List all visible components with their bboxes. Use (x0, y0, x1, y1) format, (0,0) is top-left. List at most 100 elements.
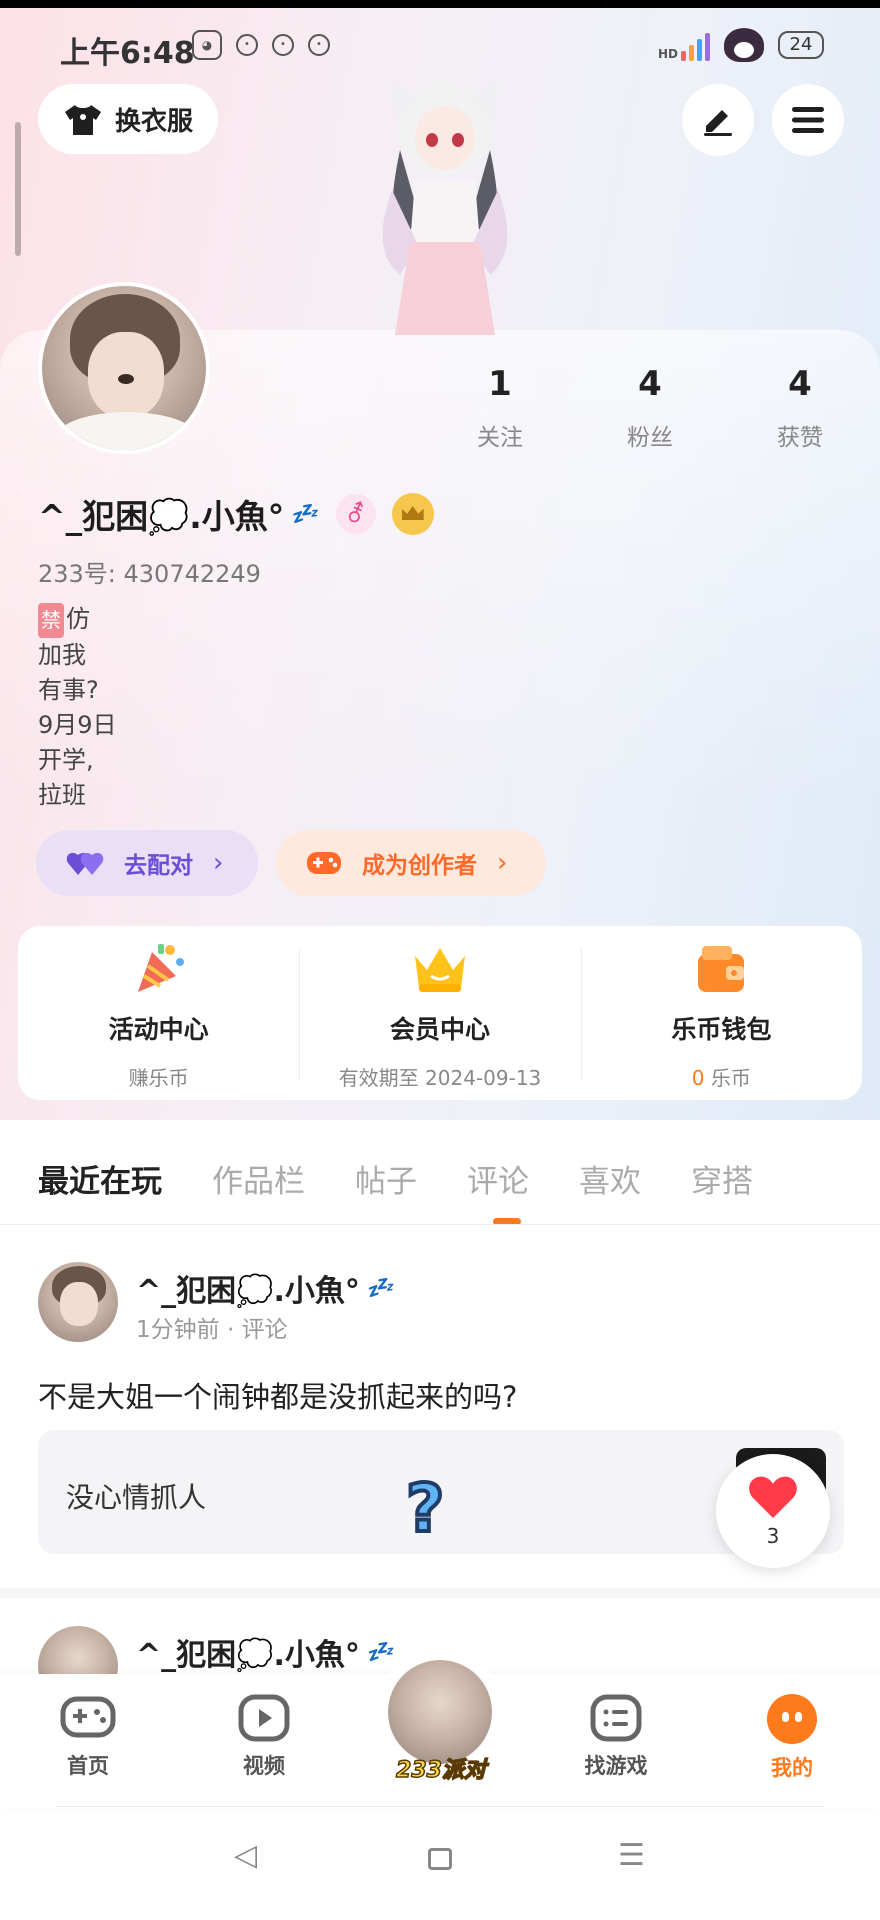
following-label: 关注 (477, 425, 523, 451)
pencil-icon (704, 110, 732, 136)
post-author[interactable]: ^_犯困💭.小魚° 💤 (136, 1266, 393, 1310)
bio-line: 开学, (38, 746, 94, 774)
crown-badge-icon[interactable] (391, 493, 434, 535)
sleep-icon: 💤 (365, 1639, 394, 1665)
party-avatar-button[interactable] (388, 1660, 492, 1764)
menu-button[interactable] (772, 84, 844, 156)
chevron-right-icon: › (213, 848, 224, 878)
post-author-name: ^_犯困💭.小魚° (136, 1274, 360, 1309)
sleep-icon: 💤 (290, 501, 318, 527)
nav-home[interactable]: 首页 (38, 1694, 138, 1780)
user-id[interactable]: 233号: 430742249 (38, 554, 261, 589)
recent-apps-icon[interactable]: ☰ (618, 1838, 645, 1873)
notification-icon: • (236, 34, 258, 56)
battery-icon: 24 (778, 31, 824, 59)
change-outfit-label: 换衣服 (114, 106, 193, 137)
post-author[interactable]: ^_犯困💭.小魚° 💤 (136, 1630, 393, 1674)
system-nav-bar (0, 1820, 880, 1920)
profile-stats: 1 关注 4 粉丝 4 获赞 (440, 364, 860, 452)
member-center-entry[interactable]: 会员中心 有效期至 2024-09-13 (299, 926, 580, 1100)
followers-label: 粉丝 (627, 425, 673, 451)
become-creator-button[interactable]: 成为创作者 › (276, 830, 546, 896)
quick-entries: 活动中心 赚乐币 会员中心 有效期至 2024-09-13 乐币钱包 0 乐币 (18, 926, 862, 1100)
entry-subtitle: 赚乐币 (128, 1066, 189, 1090)
following-count: 1 (488, 364, 512, 404)
coin-balance: 0 (691, 1066, 705, 1090)
hearts-icon (66, 852, 104, 875)
tab-comments[interactable]: 评论 (467, 1156, 529, 1201)
entry-title: 活动中心 (108, 1015, 209, 1044)
avatar-character[interactable] (360, 70, 530, 335)
post-author-name: ^_犯困💭.小魚° (136, 1638, 360, 1673)
sleep-icon: 💤 (365, 1275, 394, 1301)
post-text[interactable]: 不是大姐一个闹钟都是没抓起来的吗? (38, 1374, 517, 1416)
change-outfit-button[interactable]: 换衣服 (38, 84, 218, 154)
status-time: 上午6:48 (60, 36, 195, 71)
nav-mine[interactable]: 我的 (742, 1694, 842, 1782)
chevron-right-icon: › (497, 848, 508, 878)
tab-recent-played[interactable]: 最近在玩 (38, 1156, 162, 1201)
like-count: 3 (766, 1524, 780, 1548)
post-avatar[interactable] (38, 1262, 118, 1342)
entry-subtitle: 0 乐币 (692, 1062, 751, 1091)
signal-icon: HD (658, 29, 710, 61)
system-nav-divider (56, 1806, 824, 1807)
match-button[interactable]: 去配对 › (36, 830, 258, 896)
play-icon (238, 1694, 290, 1742)
coin-unit: 乐币 (710, 1066, 751, 1090)
tab-posts[interactable]: 帖子 (355, 1156, 417, 1201)
like-button[interactable]: 3 (716, 1454, 830, 1568)
following-stat[interactable]: 1 关注 (440, 364, 560, 452)
profile-avatar[interactable] (38, 282, 210, 454)
forbid-badge: 禁 (38, 603, 64, 638)
question-mark-sticker: ? (404, 1468, 446, 1549)
nav-find-games[interactable]: 找游戏 (566, 1694, 666, 1780)
username-text: ^_犯困💭.小魚° (38, 497, 285, 536)
edit-button[interactable] (682, 84, 754, 156)
nav-home-label: 首页 (67, 1754, 109, 1778)
username: ^_犯困💭.小魚° 💤 ⚦ (38, 490, 434, 538)
entry-title: 乐币钱包 (671, 1015, 772, 1044)
nav-find-label: 找游戏 (584, 1754, 648, 1778)
bio-line: 有事? (38, 676, 99, 704)
likes-label: 获赞 (777, 425, 823, 451)
wallet-icon (698, 946, 745, 992)
tab-outfits[interactable]: 穿搭 (691, 1156, 753, 1201)
list-icon (590, 1694, 642, 1742)
scroll-indicator (15, 122, 21, 256)
home-icon[interactable] (428, 1848, 452, 1870)
coin-wallet-entry[interactable]: 乐币钱包 0 乐币 (580, 926, 862, 1100)
followers-count: 4 (638, 364, 662, 404)
back-icon[interactable]: ◁ (234, 1838, 257, 1873)
match-label: 去配对 (124, 853, 193, 879)
status-right: HD 24 (658, 28, 824, 62)
heart-icon (749, 1476, 797, 1518)
followers-stat[interactable]: 4 粉丝 (590, 364, 710, 452)
profile-screen: 上午6:48 ◕ • • • HD 24 换衣服 1 关注 4 粉丝 4 获赞 … (0, 0, 880, 1920)
nav-mine-label: 我的 (771, 1756, 813, 1780)
bio-line: 加我 (38, 641, 86, 669)
tab-likes[interactable]: 喜欢 (579, 1156, 641, 1201)
activity-center-entry[interactable]: 活动中心 赚乐币 (18, 926, 299, 1100)
likes-stat[interactable]: 4 获赞 (740, 364, 860, 452)
bio: 禁仿 加我 有事? 9月9日 开学, 拉班 (38, 602, 117, 813)
notification-icons: ◕ • • • (192, 30, 330, 60)
mine-face-icon (767, 1694, 817, 1744)
pig-icon: ◕ (192, 30, 222, 60)
tab-works[interactable]: 作品栏 (212, 1156, 305, 1201)
gender-badge: ⚦ (335, 494, 376, 534)
gamepad-plus-icon (307, 852, 341, 874)
crown-icon (414, 948, 465, 992)
shirt-icon (63, 103, 103, 135)
creator-label: 成为创作者 (362, 853, 477, 879)
bio-line: 9月9日 (38, 711, 117, 739)
likes-count: 4 (788, 364, 812, 404)
gamepad-icon (60, 1696, 116, 1738)
notification-icon: • (308, 34, 330, 56)
entry-subtitle: 有效期至 2024-09-13 (338, 1066, 542, 1090)
entry-title: 会员中心 (389, 1015, 490, 1044)
nav-video[interactable]: 视频 (214, 1694, 314, 1780)
notification-icon: • (272, 34, 294, 56)
party-label[interactable]: 233派对 (386, 1752, 496, 1784)
nav-video-label: 视频 (243, 1754, 285, 1778)
